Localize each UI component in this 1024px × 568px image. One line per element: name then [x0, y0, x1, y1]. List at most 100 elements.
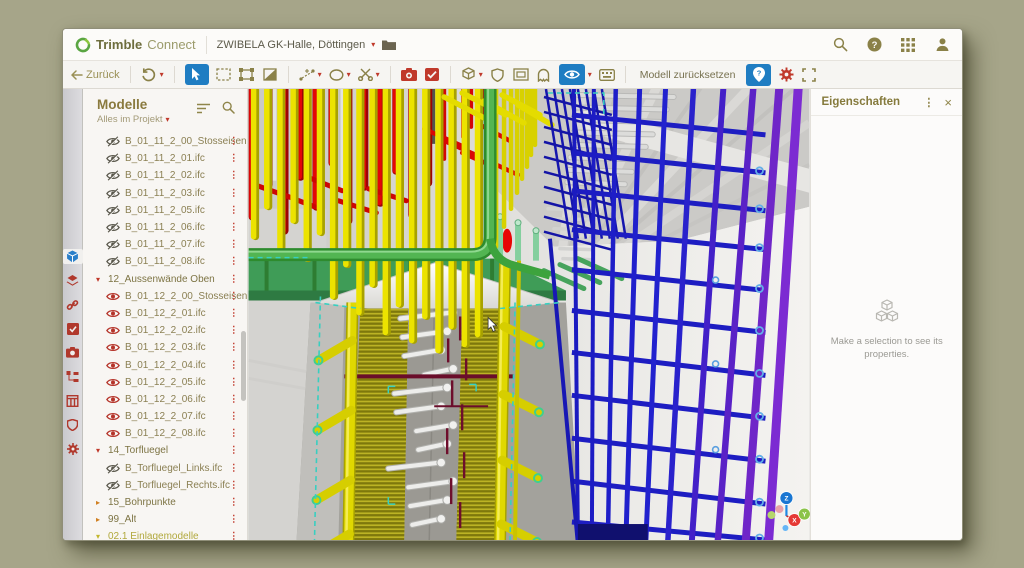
ghost-mode-button[interactable] — [536, 67, 552, 83]
caret-collapsed-icon[interactable]: ▸ — [96, 498, 105, 507]
model-row[interactable]: B_01_12_2_05.ifc⋮ — [83, 374, 247, 391]
chevron-down-icon[interactable]: ▾ — [347, 71, 351, 79]
group-row[interactable]: ▸99_Alt⋮ — [83, 511, 247, 528]
model-row[interactable]: B_01_11_2_00_Stosseisen.ifc⋮ — [83, 133, 247, 150]
row-menu-icon[interactable]: ⋮ — [229, 497, 239, 508]
hierarchy-icon[interactable] — [64, 369, 82, 384]
row-menu-icon[interactable]: ⋮ — [229, 360, 239, 371]
row-menu-icon[interactable]: ⋮ — [229, 411, 239, 422]
model-row[interactable]: B_01_12_2_02.ifc⋮ — [83, 322, 247, 339]
chevron-down-icon[interactable]: ▾ — [479, 71, 483, 79]
row-menu-icon[interactable]: ⋮ — [229, 342, 239, 353]
settings-gear-icon[interactable] — [64, 441, 82, 456]
settings-gear-button[interactable] — [778, 67, 794, 83]
search-models-icon[interactable] — [222, 101, 235, 119]
visibility-off-icon[interactable] — [106, 256, 120, 267]
model-row[interactable]: B_01_12_2_06.ifc⋮ — [83, 391, 247, 408]
reset-model-button[interactable]: Modell zurücksetzen — [636, 69, 740, 81]
models-cube-icon[interactable] — [63, 249, 83, 264]
chevron-down-icon[interactable]: ▾ — [318, 71, 322, 79]
scissors-button[interactable]: ▾ — [358, 68, 380, 81]
model-row[interactable]: B_01_12_2_01.ifc⋮ — [83, 305, 247, 322]
camera-icon[interactable] — [64, 345, 82, 360]
project-selector[interactable]: ZWIBELA GK-Halle, Döttingen ▾ — [217, 37, 398, 53]
user-icon[interactable] — [934, 37, 950, 53]
model-row[interactable]: B_01_11_2_07.ifc⋮ — [83, 236, 247, 253]
model-row[interactable]: B_01_12_2_07.ifc⋮ — [83, 408, 247, 425]
row-menu-icon[interactable]: ⋮ — [229, 170, 239, 181]
visibility-off-icon[interactable] — [106, 239, 120, 250]
row-menu-icon[interactable]: ⋮ — [229, 377, 239, 388]
row-menu-icon[interactable]: ⋮ — [229, 445, 239, 456]
row-menu-icon[interactable]: ⋮ — [229, 188, 239, 199]
row-menu-icon[interactable]: ⋮ — [229, 239, 239, 250]
sidebar-scrollbar[interactable] — [241, 331, 246, 401]
visibility-off-icon[interactable] — [106, 480, 120, 491]
group-row[interactable]: ▾14_Torfluegel⋮ — [83, 442, 247, 459]
back-button[interactable]: Zurück — [71, 69, 120, 81]
row-menu-icon[interactable]: ⋮ — [229, 394, 239, 405]
undo-button[interactable]: ▾ — [141, 67, 164, 83]
visibility-off-icon[interactable] — [106, 205, 120, 216]
search-icon[interactable] — [832, 37, 848, 53]
chevron-down-icon[interactable]: ▾ — [160, 71, 164, 79]
crop-frame-button[interactable] — [239, 67, 255, 83]
keypad-button[interactable] — [599, 67, 615, 83]
trimble-connect-logo[interactable]: Trimble Connect — [75, 37, 196, 53]
model-row[interactable]: B_Torfluegel_Links.ifc⋮ — [83, 460, 247, 477]
group-row[interactable]: ▾02.1 Einlagemodelle⋮ — [83, 528, 247, 541]
visibility-on-icon[interactable] — [106, 360, 120, 371]
select-arrow-button[interactable] — [185, 64, 209, 85]
row-menu-icon[interactable]: ⋮ — [229, 531, 239, 541]
clip-plane-button[interactable] — [262, 67, 278, 83]
row-menu-icon[interactable]: ⋮ — [229, 274, 239, 285]
markup-check-button[interactable] — [424, 67, 440, 83]
marquee-select-button[interactable] — [216, 67, 232, 83]
fullscreen-button[interactable] — [801, 67, 817, 83]
visibility-off-icon[interactable] — [106, 170, 120, 181]
row-menu-icon[interactable]: ⋮ — [229, 428, 239, 439]
chevron-down-icon[interactable]: ▾ — [376, 71, 380, 79]
row-menu-icon[interactable]: ⋮ — [229, 136, 239, 147]
row-menu-icon[interactable]: ⋮ — [229, 480, 239, 491]
row-menu-icon[interactable]: ⋮ — [229, 463, 239, 474]
visibility-on-icon[interactable] — [106, 325, 120, 336]
group-row[interactable]: ▸15_Bohrpunkte⋮ — [83, 494, 247, 511]
row-menu-icon[interactable]: ⋮ — [229, 153, 239, 164]
visibility-on-icon[interactable] — [106, 377, 120, 388]
folder-icon[interactable] — [381, 37, 397, 53]
sort-icon[interactable] — [197, 101, 210, 119]
visibility-on-icon[interactable] — [106, 308, 120, 319]
model-row[interactable]: B_01_12_2_04.ifc⋮ — [83, 356, 247, 373]
row-menu-icon[interactable]: ⋮ — [229, 222, 239, 233]
group-row[interactable]: ▾12_Aussenwände Oben⋮ — [83, 271, 247, 288]
close-panel-icon[interactable]: × — [944, 95, 952, 110]
visibility-off-icon[interactable] — [106, 222, 120, 233]
model-row[interactable]: B_01_11_2_05.ifc⋮ — [83, 202, 247, 219]
measure-button[interactable]: ▾ — [299, 69, 322, 81]
shield-button[interactable] — [490, 67, 506, 83]
visibility-off-icon[interactable] — [106, 463, 120, 474]
caret-collapsed-icon[interactable]: ▸ — [96, 515, 105, 524]
model-row[interactable]: B_01_11_2_08.ifc⋮ — [83, 253, 247, 270]
model-row[interactable]: B_01_12_2_03.ifc⋮ — [83, 339, 247, 356]
caret-expanded-icon[interactable]: ▾ — [96, 446, 105, 455]
row-menu-icon[interactable]: ⋮ — [229, 205, 239, 216]
link-icon[interactable] — [64, 297, 82, 312]
row-menu-icon[interactable]: ⋮ — [229, 256, 239, 267]
row-menu-icon[interactable]: ⋮ — [229, 514, 239, 525]
viewport-3d[interactable]: ZXY — [248, 89, 810, 541]
snapshot-camera-button[interactable] — [401, 67, 417, 83]
model-row[interactable]: B_01_11_2_02.ifc⋮ — [83, 167, 247, 184]
visibility-on-icon[interactable] — [106, 342, 120, 353]
chevron-down-icon[interactable]: ▾ — [588, 71, 592, 79]
shield-icon[interactable] — [64, 417, 82, 432]
model-row[interactable]: B_01_11_2_01.ifc⋮ — [83, 150, 247, 167]
model-row[interactable]: B_Torfluegel_Rechts.ifc⋮ — [83, 477, 247, 494]
model-row[interactable]: B_01_11_2_06.ifc⋮ — [83, 219, 247, 236]
visibility-off-icon[interactable] — [106, 153, 120, 164]
row-menu-icon[interactable]: ⋮ — [229, 325, 239, 336]
caret-expanded-icon[interactable]: ▾ — [96, 532, 105, 541]
todo-check-icon[interactable] — [64, 321, 82, 336]
markup-shape-button[interactable]: ▾ — [329, 69, 351, 81]
